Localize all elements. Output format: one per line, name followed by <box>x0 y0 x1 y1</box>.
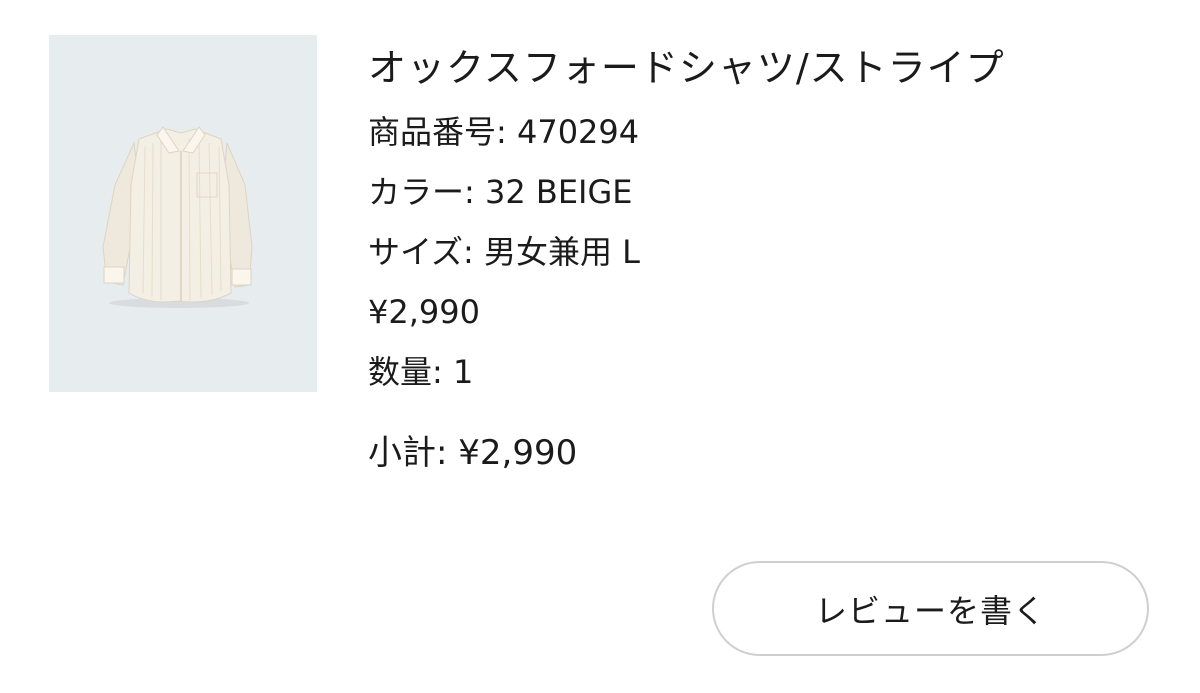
quantity-value: 1 <box>452 353 474 391</box>
size-label: サイズ <box>368 233 484 271</box>
sku-row: 商品番号470294 <box>368 102 1168 162</box>
subtotal-row: 小計¥2,990 <box>368 423 1168 483</box>
product-title[interactable]: オックスフォードシャツ/ストライプ <box>368 40 1168 96</box>
subtotal-label: 小計 <box>368 433 458 473</box>
color-label: カラー <box>368 173 485 211</box>
size-value: 男女兼用 L <box>484 233 641 271</box>
size-row: サイズ男女兼用 L <box>368 222 1168 282</box>
product-details: オックスフォードシャツ/ストライプ 商品番号470294 カラー32 BEIGE… <box>368 40 1168 483</box>
color-value: 32 BEIGE <box>484 173 633 211</box>
subtotal-value: ¥2,990 <box>458 433 578 473</box>
quantity-row: 数量1 <box>368 342 1168 402</box>
sku-value: 470294 <box>516 113 640 151</box>
quantity-label: 数量 <box>368 353 453 391</box>
write-review-button[interactable]: レビューを書く <box>712 561 1149 656</box>
product-image[interactable] <box>49 35 317 392</box>
price: ¥2,990 <box>368 293 480 331</box>
shirt-illustration <box>102 126 253 308</box>
sku-label: 商品番号 <box>368 113 517 151</box>
color-row: カラー32 BEIGE <box>368 162 1168 222</box>
